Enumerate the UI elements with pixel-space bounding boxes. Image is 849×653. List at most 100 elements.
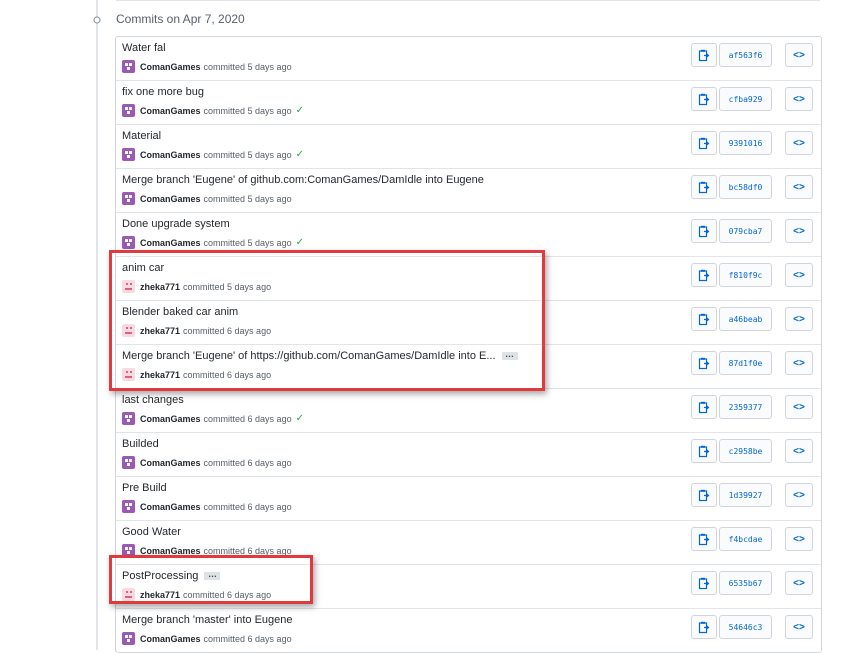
- copy-sha-button[interactable]: [691, 263, 717, 287]
- commit-meta: ComanGames committed 5 days ago: [122, 60, 292, 73]
- commit-time: committed 5 days ago: [203, 193, 292, 204]
- commit-time: committed 5 days ago: [203, 237, 292, 248]
- code-icon: <>: [793, 445, 805, 457]
- commit-title-container: Pre Build: [122, 482, 167, 494]
- commit-title[interactable]: Merge branch 'master' into Eugene: [122, 614, 293, 626]
- clipboard-icon: [698, 269, 710, 281]
- commit-sha-link[interactable]: 87d1f0e: [719, 351, 772, 375]
- commit-sha-link[interactable]: af563f6: [719, 43, 772, 67]
- browse-repo-button[interactable]: <>: [785, 219, 813, 243]
- commit-meta: ComanGames committed 5 days ago: [122, 192, 292, 205]
- commit-sha-link[interactable]: 6535b67: [719, 571, 772, 595]
- commit-time: committed 5 days ago: [203, 149, 292, 160]
- commit-time: committed 6 days ago: [203, 545, 292, 556]
- copy-sha-button[interactable]: [691, 43, 717, 67]
- commit-author[interactable]: ComanGames: [140, 62, 201, 72]
- commit-sha-link[interactable]: 9391016: [719, 131, 772, 155]
- commit-sha-link[interactable]: 54646c3: [719, 615, 772, 639]
- browse-repo-button[interactable]: <>: [785, 131, 813, 155]
- avatar[interactable]: [122, 60, 135, 73]
- browse-repo-button[interactable]: <>: [785, 395, 813, 419]
- commit-row: Merge branch 'master' into Eugene ComanGa…: [116, 608, 821, 652]
- commit-title-container: last changes: [122, 394, 184, 406]
- code-icon: <>: [793, 357, 805, 369]
- commit-meta: ComanGames committed 6 days ago: [122, 456, 292, 469]
- commit-group-heading: Commits on Apr 7, 2020: [116, 12, 245, 26]
- clipboard-icon: [698, 313, 710, 325]
- browse-repo-button[interactable]: <>: [785, 571, 813, 595]
- commit-title[interactable]: Builded: [122, 438, 159, 450]
- check-icon[interactable]: ✓: [296, 105, 304, 116]
- copy-sha-button[interactable]: [691, 395, 717, 419]
- commit-title-container: Done upgrade system: [122, 218, 230, 230]
- commit-sha-link[interactable]: 1d39927: [719, 483, 772, 507]
- commit-sha-link[interactable]: cfba929: [719, 87, 772, 111]
- commit-title[interactable]: Water fal: [122, 42, 166, 54]
- commit-title-container: Good Water: [122, 526, 181, 538]
- commit-sha-link[interactable]: c2958be: [719, 439, 772, 463]
- avatar[interactable]: [122, 500, 135, 513]
- copy-sha-button[interactable]: [691, 483, 717, 507]
- copy-sha-button[interactable]: [691, 439, 717, 463]
- commit-sha-link[interactable]: 079cba7: [719, 219, 772, 243]
- commit-title[interactable]: fix one more bug: [122, 86, 204, 98]
- avatar[interactable]: [122, 456, 135, 469]
- check-icon[interactable]: ✓: [296, 149, 304, 160]
- commit-row: fix one more bug ComanGames committed 5 da…: [116, 80, 821, 124]
- avatar[interactable]: [122, 148, 135, 161]
- commit-sha-link[interactable]: a46beab: [719, 307, 772, 331]
- commit-sha-link[interactable]: f4bcdae: [719, 527, 772, 551]
- commit-author[interactable]: ComanGames: [140, 150, 201, 160]
- commit-time: committed 6 days ago: [203, 633, 292, 644]
- avatar[interactable]: [122, 412, 135, 425]
- commit-author[interactable]: ComanGames: [140, 546, 201, 556]
- commit-author[interactable]: ComanGames: [140, 194, 201, 204]
- commit-author[interactable]: ComanGames: [140, 414, 201, 424]
- commit-title[interactable]: last changes: [122, 394, 184, 406]
- commit-sha-link[interactable]: bc58df0: [719, 175, 772, 199]
- commit-author[interactable]: ComanGames: [140, 502, 201, 512]
- commit-title[interactable]: Merge branch 'Eugene' of github.com:Coma…: [122, 174, 484, 186]
- copy-sha-button[interactable]: [691, 219, 717, 243]
- browse-repo-button[interactable]: <>: [785, 615, 813, 639]
- copy-sha-button[interactable]: [691, 175, 717, 199]
- copy-sha-button[interactable]: [691, 87, 717, 111]
- browse-repo-button[interactable]: <>: [785, 263, 813, 287]
- check-icon[interactable]: ✓: [296, 237, 304, 248]
- avatar[interactable]: [122, 236, 135, 249]
- commit-time: committed 6 days ago: [203, 501, 292, 512]
- browse-repo-button[interactable]: <>: [785, 87, 813, 111]
- copy-sha-button[interactable]: [691, 615, 717, 639]
- copy-sha-button[interactable]: [691, 351, 717, 375]
- avatar[interactable]: [122, 192, 135, 205]
- browse-repo-button[interactable]: <>: [785, 439, 813, 463]
- browse-repo-button[interactable]: <>: [785, 351, 813, 375]
- copy-sha-button[interactable]: [691, 527, 717, 551]
- avatar[interactable]: [122, 104, 135, 117]
- commit-author[interactable]: ComanGames: [140, 238, 201, 248]
- clipboard-icon: [698, 401, 710, 413]
- browse-repo-button[interactable]: <>: [785, 43, 813, 67]
- browse-repo-button[interactable]: <>: [785, 175, 813, 199]
- commit-title[interactable]: Pre Build: [122, 482, 167, 494]
- browse-repo-button[interactable]: <>: [785, 307, 813, 331]
- copy-sha-button[interactable]: [691, 131, 717, 155]
- code-icon: <>: [793, 93, 805, 105]
- commit-author[interactable]: ComanGames: [140, 458, 201, 468]
- commit-title[interactable]: Good Water: [122, 526, 181, 538]
- commit-author[interactable]: ComanGames: [140, 106, 201, 116]
- commit-meta: ComanGames committed 6 days ago: [122, 632, 292, 645]
- commit-author[interactable]: ComanGames: [140, 634, 201, 644]
- commit-sha-link[interactable]: 2359377: [719, 395, 772, 419]
- browse-repo-button[interactable]: <>: [785, 527, 813, 551]
- browse-repo-button[interactable]: <>: [785, 483, 813, 507]
- timeline-line: [96, 0, 98, 650]
- commit-row: Water fal ComanGames committed 5 days ago a…: [116, 37, 821, 80]
- commit-title[interactable]: Material: [122, 130, 161, 142]
- avatar[interactable]: [122, 632, 135, 645]
- copy-sha-button[interactable]: [691, 571, 717, 595]
- check-icon[interactable]: ✓: [296, 413, 304, 424]
- commit-sha-link[interactable]: f810f9c: [719, 263, 772, 287]
- copy-sha-button[interactable]: [691, 307, 717, 331]
- commit-title[interactable]: Done upgrade system: [122, 218, 230, 230]
